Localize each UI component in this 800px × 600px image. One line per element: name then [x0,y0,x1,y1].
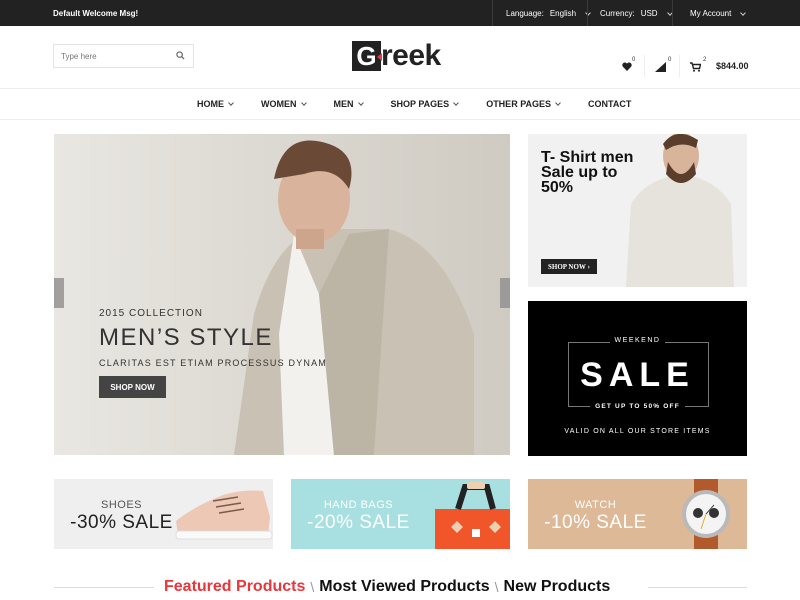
language-selector[interactable]: Language: English [506,9,591,18]
sale-kicker-text: WEEKEND [609,337,666,344]
sale-offer: GET UP TO 50% OFF [528,403,747,410]
tab-featured-products[interactable]: Featured Products [164,578,305,596]
nav-item-women[interactable]: WOMEN [261,99,307,109]
button-label: SHOP NOW [547,262,586,271]
slider-next-arrow[interactable] [500,278,510,308]
divider [54,587,154,588]
cart-total[interactable]: $844.00 [716,61,749,71]
search-input[interactable] [54,45,164,67]
watch-image [682,479,730,549]
wishlist-count: 0 [632,57,636,63]
tshirt-shop-now-button[interactable]: SHOP NOW › [541,259,597,274]
cart-count: 2 [703,57,707,63]
chevron-down-icon [228,100,234,106]
tshirt-banner-title: T- Shirt men Sale up to 50% [541,149,634,196]
category-name: WATCH [574,499,617,511]
category-banner-shoes[interactable]: SHOES -30% SALE [54,479,273,549]
currency-selector[interactable]: Currency: USD [600,9,673,18]
nav-item-men[interactable]: MEN [333,99,364,109]
divider [672,0,673,26]
tab-separator: \ [494,579,499,595]
my-account-menu[interactable]: My Account [690,9,747,18]
wishlist-button[interactable]: 0 [620,57,636,72]
chevron-down-icon [555,100,561,106]
tshirt-banner[interactable]: T- Shirt men Sale up to 50% SHOP NOW › [528,134,747,287]
product-tabs: Featured Products \ Most Viewed Products… [54,578,747,598]
welcome-message: Default Welcome Msg! [53,9,139,18]
shoe-image [175,490,273,540]
nav-item-other-pages[interactable]: OTHER PAGES [486,99,561,109]
compare-button[interactable]: 0 [655,57,672,72]
tab-most-viewed-products[interactable]: Most Viewed Products [319,578,489,596]
hero-title: MEN’S STYLE [99,324,273,351]
nav-item-contact[interactable]: CONTACT [588,99,631,109]
nav-item-shop-pages[interactable]: SHOP PAGES [390,99,460,109]
category-banner-hand-bags[interactable]: HAND BAGS -20% SALE [291,479,510,549]
hero-subtitle: CLARITAS EST ETIAM PROCESSUS DYNAM [99,358,328,368]
nav-label: CONTACT [588,99,632,109]
heart-icon [622,62,632,71]
tab-new-products[interactable]: New Products [504,578,611,596]
currency-label: Currency: [600,9,635,18]
sale-kicker: WEEKEND [528,337,747,344]
top-bar: Default Welcome Msg! Language: English C… [0,0,800,26]
tab-separator: \ [310,579,315,595]
hero-slider: 2015 COLLECTION MEN’S STYLE CLARITAS EST… [54,134,510,455]
nav-label: MEN [333,99,354,109]
compare-count: 0 [668,57,672,63]
chevron-down-icon [300,100,307,106]
divider [648,587,747,588]
category-deal: -10% SALE [544,512,647,533]
logo[interactable]: G reek [352,40,441,72]
logo-mark: G [352,41,382,71]
hero-model-image [234,140,474,455]
hero-collection: 2015 COLLECTION [99,308,203,319]
divider [587,0,588,26]
divider [679,55,680,77]
nav-label: WOMEN [261,99,297,109]
main-nav: HOME WOMEN MEN SHOP PAGES OTHER PAGES CO… [0,88,800,120]
nav-item-home[interactable]: HOME [197,99,234,109]
language-value: English [549,9,577,18]
chevron-down-icon [357,100,364,106]
divider [644,55,645,77]
search-box [53,44,194,68]
chevron-down-icon [740,9,747,16]
search-icon[interactable] [176,51,185,60]
slider-prev-arrow[interactable] [54,278,64,308]
weekend-sale-banner[interactable]: WEEKEND SALE GET UP TO 50% OFF VALID ON … [528,301,747,456]
language-label: Language: [506,9,544,18]
account-label: My Account [690,9,732,18]
nav-label: SHOP PAGES [390,99,450,109]
handbag-image [435,482,510,549]
chevron-down-icon [453,100,460,106]
cart-button[interactable]: 2 [690,57,707,72]
chevron-right-icon: › [587,262,591,271]
currency-value: USD [640,9,658,18]
nav-label: OTHER PAGES [486,99,552,109]
category-banner-watch[interactable]: WATCH -10% SALE [528,479,747,549]
header-actions: 0 0 2 $844.00 [620,55,749,77]
hero-shop-now-button[interactable]: SHOP NOW [99,376,166,398]
category-name: HAND BAGS [323,499,394,511]
sale-offer-text: GET UP TO 50% OFF [590,403,685,410]
category-deal: -20% SALE [307,512,410,533]
logo-text: reek [381,39,441,72]
sale-note: VALID ON ALL OUR STORE ITEMS [564,428,711,435]
sale-title: SALE [580,356,695,394]
divider [492,0,493,26]
cart-icon [690,62,701,72]
nav-label: HOME [197,99,224,109]
compare-icon [655,62,666,72]
